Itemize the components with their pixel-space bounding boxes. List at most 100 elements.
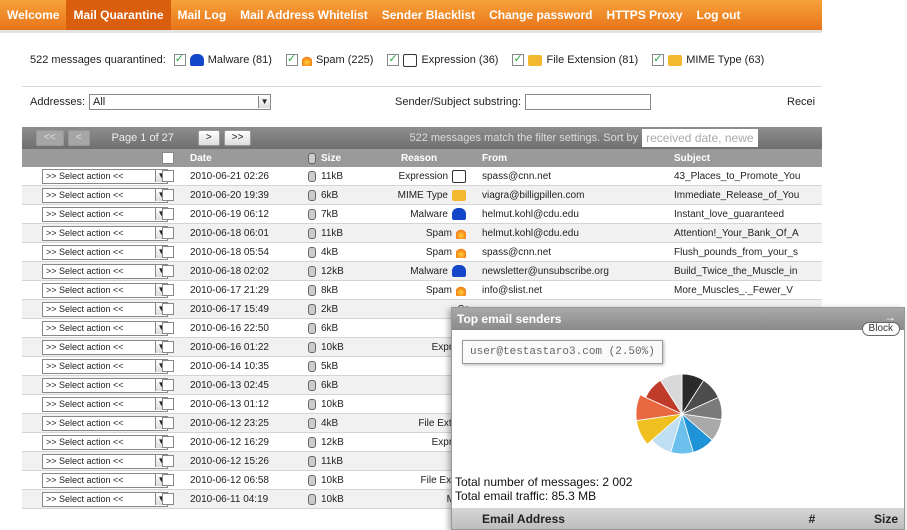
subject-cell[interactable]: Immediate_Release_of_You bbox=[674, 190, 822, 201]
action-select[interactable]: >> Select action <<▼ bbox=[42, 491, 168, 507]
nav-item-sender-blacklist[interactable]: Sender Blacklist bbox=[375, 0, 482, 30]
table-row[interactable]: >> Select action <<▼ 2010-06-18 02:02 12kB… bbox=[22, 262, 822, 281]
reason-header[interactable]: Reason bbox=[368, 153, 476, 164]
subject-cell[interactable]: Attention!_Your_Bank_Of_A bbox=[674, 228, 822, 239]
from-cell: info@slist.net bbox=[482, 284, 543, 296]
addresses-select[interactable]: All ▼ bbox=[89, 94, 272, 110]
filter-checkbox[interactable] bbox=[173, 52, 186, 66]
row-checkbox[interactable] bbox=[162, 398, 174, 410]
row-checkbox[interactable] bbox=[162, 284, 174, 296]
size-cell: 6kB bbox=[308, 189, 368, 201]
from-cell: spass@cnn.net bbox=[482, 170, 552, 182]
table-row[interactable]: >> Select action <<▼ 2010-06-21 02:26 11kB… bbox=[22, 167, 822, 186]
subject-cell[interactable]: Flush_pounds_from_your_s bbox=[674, 247, 822, 258]
action-select[interactable]: >> Select action <<▼ bbox=[42, 225, 168, 241]
size-header[interactable]: Size bbox=[321, 153, 341, 164]
block-button[interactable]: Block bbox=[861, 322, 900, 336]
row-checkbox-cell bbox=[162, 303, 190, 315]
filter-item: Spam (225) bbox=[285, 52, 373, 66]
row-checkbox[interactable] bbox=[162, 341, 174, 353]
substring-input[interactable] bbox=[525, 94, 651, 110]
table-row[interactable]: >> Select action <<▼ 2010-06-17 21:29 8kB S… bbox=[22, 281, 822, 300]
row-checkbox-cell bbox=[162, 208, 190, 220]
action-select[interactable]: >> Select action <<▼ bbox=[42, 377, 168, 393]
row-checkbox[interactable] bbox=[162, 303, 174, 315]
row-checkbox[interactable] bbox=[162, 360, 174, 372]
action-select[interactable]: >> Select action <<▼ bbox=[42, 263, 168, 279]
action-cell: >> Select action <<▼ bbox=[22, 358, 168, 374]
table-row[interactable]: >> Select action <<▼ 2010-06-18 06:01 11kB… bbox=[22, 224, 822, 243]
action-select[interactable]: >> Select action <<▼ bbox=[42, 358, 168, 374]
file-extension-icon bbox=[528, 54, 543, 66]
filter-checkbox[interactable] bbox=[285, 52, 298, 66]
row-checkbox[interactable] bbox=[162, 379, 174, 391]
action-select[interactable]: >> Select action <<▼ bbox=[42, 168, 168, 184]
action-select[interactable]: >> Select action <<▼ bbox=[42, 282, 168, 298]
action-select[interactable]: >> Select action <<▼ bbox=[42, 472, 168, 488]
action-select[interactable]: >> Select action <<▼ bbox=[42, 244, 168, 260]
row-checkbox[interactable] bbox=[162, 455, 174, 467]
nav-item-mail-address-whitelist[interactable]: Mail Address Whitelist bbox=[233, 0, 375, 30]
row-checkbox[interactable] bbox=[162, 265, 174, 277]
table-row[interactable]: >> Select action <<▼ 2010-06-20 19:39 6kB M… bbox=[22, 186, 822, 205]
last-page-button[interactable]: >> bbox=[223, 130, 252, 146]
filter-checkbox[interactable] bbox=[387, 52, 400, 66]
nav-item-welcome[interactable]: Welcome bbox=[0, 0, 66, 30]
filter-checkbox[interactable] bbox=[652, 52, 665, 66]
action-select[interactable]: >> Select action <<▼ bbox=[42, 434, 168, 450]
nav-item-mail-quarantine[interactable]: Mail Quarantine bbox=[66, 0, 171, 30]
subject-cell[interactable]: Build_Twice_the_Muscle_in bbox=[674, 266, 822, 277]
nav-item-mail-log[interactable]: Mail Log bbox=[171, 0, 234, 30]
sort-select[interactable]: received date, newe bbox=[642, 129, 758, 147]
subject-cell[interactable]: More_Muscles_._Fewer_V bbox=[674, 285, 822, 296]
filter-checkbox[interactable] bbox=[512, 52, 525, 66]
action-select[interactable]: >> Select action <<▼ bbox=[42, 339, 168, 355]
attachment-icon bbox=[308, 379, 316, 391]
size-cell: 2kB bbox=[308, 303, 368, 315]
row-checkbox[interactable] bbox=[162, 170, 174, 182]
subject-header[interactable]: Subject bbox=[674, 153, 822, 164]
reason-cell: Malware bbox=[368, 208, 476, 220]
from-header[interactable]: From bbox=[476, 153, 674, 164]
prev-page-button[interactable]: < bbox=[67, 130, 90, 146]
count-header[interactable]: # bbox=[782, 512, 842, 526]
table-row[interactable]: >> Select action <<▼ 2010-06-19 06:12 7kB M… bbox=[22, 205, 822, 224]
size-header[interactable]: Size bbox=[842, 512, 904, 526]
next-page-button[interactable]: > bbox=[197, 130, 220, 146]
row-checkbox[interactable] bbox=[162, 417, 174, 429]
date-cell: 2010-06-12 06:58 bbox=[190, 474, 269, 486]
table-row[interactable]: >> Select action <<▼ 2010-06-18 05:54 4kB S… bbox=[22, 243, 822, 262]
row-checkbox[interactable] bbox=[162, 436, 174, 448]
senders-pie-chart[interactable] bbox=[632, 364, 732, 464]
action-select[interactable]: >> Select action <<▼ bbox=[42, 187, 168, 203]
date-cell: 2010-06-18 06:01 bbox=[190, 227, 269, 239]
email-address-header[interactable]: Email Address bbox=[452, 512, 782, 526]
nav-item-https-proxy[interactable]: HTTPS Proxy bbox=[599, 0, 689, 30]
action-select[interactable]: >> Select action <<▼ bbox=[42, 396, 168, 412]
row-checkbox-cell bbox=[162, 341, 190, 353]
action-select[interactable]: >> Select action <<▼ bbox=[42, 206, 168, 222]
action-select[interactable]: >> Select action <<▼ bbox=[42, 415, 168, 431]
row-checkbox[interactable] bbox=[162, 493, 174, 505]
row-checkbox[interactable] bbox=[162, 246, 174, 258]
nav-item-change-password[interactable]: Change password bbox=[482, 0, 599, 30]
action-select[interactable]: >> Select action <<▼ bbox=[42, 453, 168, 469]
action-select[interactable]: >> Select action <<▼ bbox=[42, 320, 168, 336]
row-checkbox[interactable] bbox=[162, 208, 174, 220]
chevron-down-icon: ▼ bbox=[258, 96, 271, 108]
date-header[interactable]: Date bbox=[190, 153, 308, 164]
row-checkbox[interactable] bbox=[162, 227, 174, 239]
action-select[interactable]: >> Select action <<▼ bbox=[42, 301, 168, 317]
row-checkbox-cell bbox=[162, 493, 190, 505]
row-checkbox[interactable] bbox=[162, 322, 174, 334]
row-checkbox[interactable] bbox=[162, 474, 174, 486]
action-select-label: >> Select action << bbox=[46, 266, 124, 276]
size-cell: 6kB bbox=[308, 379, 368, 391]
first-page-button[interactable]: << bbox=[36, 130, 64, 146]
subject-cell[interactable]: 43_Places_to_Promote_You bbox=[674, 171, 822, 182]
attachment-icon bbox=[308, 322, 316, 334]
nav-item-log-out[interactable]: Log out bbox=[690, 0, 748, 30]
subject-cell[interactable]: Instant_love_guaranteed bbox=[674, 209, 822, 220]
select-all-checkbox[interactable] bbox=[162, 152, 174, 164]
row-checkbox[interactable] bbox=[162, 189, 174, 201]
